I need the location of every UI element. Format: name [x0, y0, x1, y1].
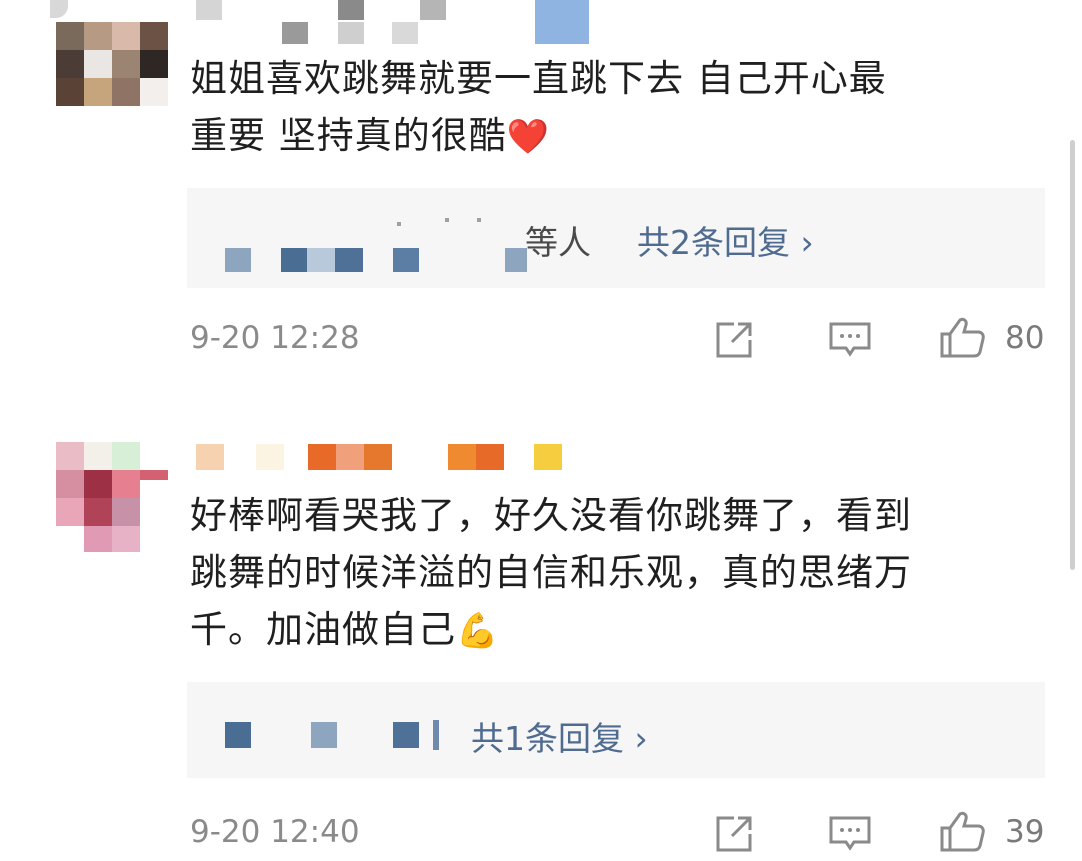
comment-text-segment: 千。加油做自己 — [190, 608, 456, 651]
comment-text-line: 好棒啊看哭我了，好久没看你跳舞了，看到 — [190, 494, 912, 537]
share-icon[interactable] — [714, 814, 756, 854]
share-icon[interactable] — [714, 320, 756, 360]
comment-text-segment: 重要 坚持真的很酷 — [190, 114, 507, 157]
like-icon[interactable] — [938, 316, 986, 360]
comment-icon[interactable] — [828, 320, 872, 360]
view-replies-link[interactable]: 共2条回复 › — [637, 216, 814, 264]
comment-text-line: 千。加油做自己💪 — [190, 601, 912, 660]
comment-text-line: 重要 坚持真的很酷❤️ — [190, 107, 887, 166]
comment-icon[interactable] — [828, 814, 872, 854]
reply-preview[interactable]: 等人 共2条回复 › — [187, 188, 1045, 288]
scrollbar[interactable] — [1070, 140, 1075, 570]
comment-text: 姐姐喜欢跳舞就要一直跳下去 自己开心最 重要 坚持真的很酷❤️ — [190, 50, 887, 166]
comment-feed: 姐姐喜欢跳舞就要一直跳下去 自己开心最 重要 坚持真的很酷❤️ 等人 共2条回复… — [0, 0, 1082, 861]
comment-text-line: 跳舞的时候洋溢的自信和乐观，真的思绪万 — [190, 551, 912, 594]
reply-preview[interactable]: 共1条回复 › — [187, 682, 1045, 778]
comment-text: 好棒啊看哭我了，好久没看你跳舞了，看到 跳舞的时候洋溢的自信和乐观，真的思绪万 … — [190, 487, 912, 660]
like-count: 80 — [1005, 320, 1045, 356]
like-count: 39 — [1005, 814, 1045, 850]
timestamp: 9-20 12:40 — [190, 814, 360, 850]
reply-prefix: 等人 — [525, 223, 591, 262]
like-icon[interactable] — [938, 810, 986, 854]
heart-emoji: ❤️ — [506, 117, 551, 157]
view-replies-link[interactable]: 共1条回复 › — [471, 712, 648, 760]
comment-text-line: 姐姐喜欢跳舞就要一直跳下去 自己开心最 — [190, 57, 887, 100]
timestamp: 9-20 12:28 — [190, 320, 360, 356]
muscle-emoji: 💪 — [456, 611, 500, 651]
